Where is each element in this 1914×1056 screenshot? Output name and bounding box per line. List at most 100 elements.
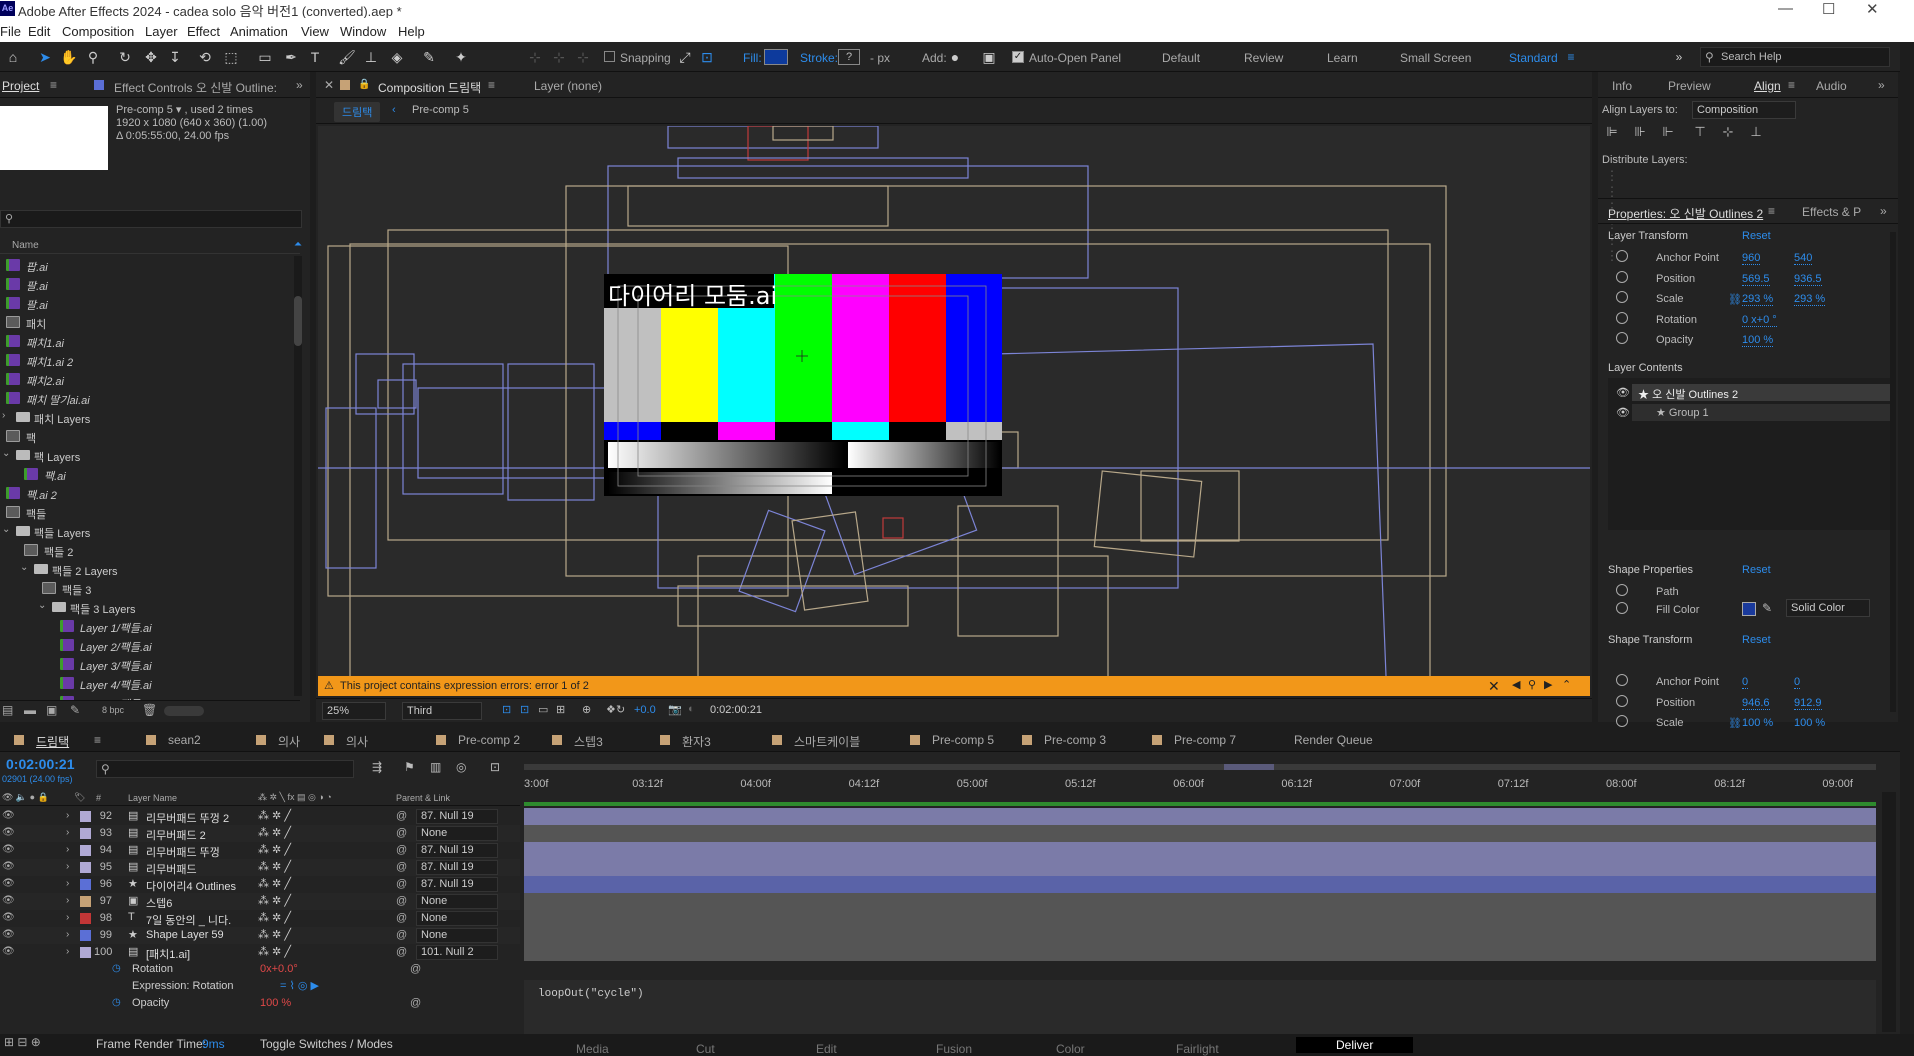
timeline-tab[interactable]: 스텝3: [574, 733, 603, 750]
align-menu-icon[interactable]: ≡: [1788, 78, 1795, 92]
comp-menu-icon[interactable]: ≡: [488, 78, 495, 92]
rectangle-tool-icon[interactable]: ▭: [256, 48, 274, 66]
expression-text[interactable]: loopOut("cycle"): [538, 988, 644, 1000]
project-item[interactable]: 팔.ai: [0, 294, 292, 313]
eye-icon[interactable]: 👁: [1616, 406, 1630, 419]
breadcrumb-precomp5[interactable]: Pre-comp 5: [412, 104, 469, 116]
add-icon[interactable]: ●: [946, 48, 964, 66]
layer-switches-icons[interactable]: ⁂ ✲ ╱: [258, 928, 291, 941]
label-color[interactable]: [80, 930, 91, 941]
project-item[interactable]: 팔.ai: [0, 275, 292, 294]
home-icon[interactable]: ⌂: [4, 48, 22, 66]
tab-composition[interactable]: Composition 드림택: [378, 79, 481, 96]
tab-audio[interactable]: Audio: [1816, 79, 1847, 93]
property-row[interactable]: ◷ Opacity 100 % @: [0, 995, 520, 1012]
pickwhip-icon[interactable]: @: [410, 997, 421, 1009]
stopwatch-icon[interactable]: [1616, 715, 1628, 727]
timeline-tab[interactable]: Pre-comp 5: [932, 733, 994, 747]
eyedropper-icon[interactable]: ✎: [1762, 601, 1772, 615]
project-item[interactable]: 팩들: [0, 503, 292, 522]
property-value-1[interactable]: 100 %: [1742, 334, 1774, 347]
visibility-eye-icon[interactable]: 👁: [2, 946, 15, 957]
snap-options-icon[interactable]: ⤢: [676, 48, 694, 66]
project-item[interactable]: 팩들 3: [0, 579, 292, 598]
workspace-default[interactable]: Default: [1162, 51, 1200, 65]
new-comp-icon[interactable]: ▣: [46, 703, 57, 717]
align-left-icon[interactable]: ⊫: [1602, 124, 1622, 142]
layer-name[interactable]: Shape Layer 59: [146, 929, 224, 941]
layer-duration-bar[interactable]: [524, 876, 1876, 893]
dolly-tool-icon[interactable]: ↧: [166, 48, 184, 66]
collapse-error-icon[interactable]: ⌃: [1562, 678, 1571, 691]
pickwhip-icon[interactable]: @: [396, 895, 407, 907]
project-item[interactable]: ⌄ 팩들 2 Layers: [0, 560, 292, 579]
property-row[interactable]: ◷ Rotation 0x+0.0° @: [0, 961, 520, 978]
label-color[interactable]: [80, 862, 91, 873]
pickwhip-icon[interactable]: @: [396, 861, 407, 873]
pickwhip-icon[interactable]: @: [396, 929, 407, 941]
maximize-button[interactable]: ☐: [1822, 0, 1835, 18]
properties-menu-icon[interactable]: ≡: [1768, 204, 1775, 218]
fast-preview-icon[interactable]: ⊡: [502, 703, 511, 716]
panel-expand-icon[interactable]: »: [296, 78, 303, 92]
disclosure-arrow-icon[interactable]: ⌄: [38, 600, 46, 611]
timeline-scrollbar[interactable]: [1882, 792, 1896, 1032]
close-tab-icon[interactable]: ✕: [324, 78, 334, 92]
visibility-eye-icon[interactable]: 👁: [2, 929, 15, 940]
type-tool-icon[interactable]: T: [306, 48, 324, 66]
label-color[interactable]: [80, 828, 91, 839]
layer-transform-reset[interactable]: Reset: [1742, 230, 1771, 242]
mask-visibility-icon[interactable]: ▭: [538, 703, 548, 716]
align-vcenter-icon[interactable]: ⊹: [1718, 124, 1738, 142]
parent-dropdown[interactable]: 87. Null 19: [416, 860, 498, 875]
parent-dropdown[interactable]: 101. Null 2: [416, 945, 498, 960]
stopwatch-icon[interactable]: [1616, 250, 1628, 262]
align-to-dropdown[interactable]: Composition: [1692, 101, 1796, 119]
expression-area[interactable]: loopOut("cycle"): [524, 980, 1876, 1034]
layer-switches-icons[interactable]: ⁂ ✲ ╱: [258, 809, 291, 822]
disclosure-arrow-icon[interactable]: ⌄: [20, 562, 28, 573]
layer-duration-bar[interactable]: [524, 893, 1876, 910]
timeline-tab[interactable]: 스마트케이블: [794, 733, 860, 750]
property-value[interactable]: 100 %: [260, 997, 291, 1009]
label-color[interactable]: [80, 845, 91, 856]
menu-effect[interactable]: Effect: [187, 24, 220, 39]
zoom-dropdown[interactable]: 25%: [322, 702, 386, 720]
layer-duration-bar[interactable]: [524, 927, 1876, 944]
region-of-interest-icon[interactable]: ⊞: [556, 703, 565, 716]
time-ruler[interactable]: 3:00f 03:12f 04:00f 04:12f 05:00f 05:12f 06:00…: [524, 764, 1876, 800]
pickwhip-icon[interactable]: @: [396, 827, 407, 839]
pickwhip-icon[interactable]: @: [396, 844, 407, 856]
layer-row[interactable]: 👁 › 99 ★ Shape Layer 59 ⁂ ✲ ╱ @ None: [0, 927, 520, 944]
expand-arrow-icon[interactable]: ›: [66, 861, 69, 872]
timeline-tab[interactable]: Pre-comp 3: [1044, 733, 1106, 747]
snapping-checkbox[interactable]: [604, 51, 615, 62]
stopwatch-icon[interactable]: [1616, 694, 1628, 707]
layer-name[interactable]: 리무버패드 2: [146, 827, 206, 843]
expand-arrow-icon[interactable]: ›: [66, 878, 69, 889]
zoom-tool-icon[interactable]: ⚲: [84, 48, 102, 66]
minimize-button[interactable]: —: [1778, 0, 1793, 17]
project-item[interactable]: ⌄ 팩들 Layers: [0, 522, 292, 541]
menu-layer[interactable]: Layer: [145, 24, 178, 39]
timeline-tab[interactable]: 드림택: [36, 733, 69, 750]
delete-icon[interactable]: 🗑: [142, 703, 157, 717]
align-bottom-icon[interactable]: ⊥: [1746, 124, 1766, 142]
menu-window[interactable]: Window: [340, 24, 386, 39]
orbit-tool-icon[interactable]: ↻: [116, 48, 134, 66]
visibility-eye-icon[interactable]: 👁: [2, 895, 15, 906]
project-item[interactable]: Layer 3/팩들.ai: [0, 655, 292, 674]
panel-icon[interactable]: ▣: [980, 48, 998, 66]
project-item[interactable]: ⌄ 팩들 3 Layers: [0, 598, 292, 617]
layer-name-column[interactable]: Layer Name: [128, 793, 177, 803]
workspace-small-screen[interactable]: Small Screen: [1400, 51, 1471, 65]
layer-name[interactable]: 리무버패드: [146, 861, 197, 877]
menu-edit[interactable]: Edit: [28, 24, 50, 39]
expand-arrow-icon[interactable]: ›: [66, 844, 69, 855]
tab-align[interactable]: Align: [1754, 79, 1781, 93]
scroll-thumb[interactable]: [294, 296, 302, 346]
visibility-eye-icon[interactable]: 👁: [2, 861, 15, 872]
layer-name[interactable]: 리무버패드 뚜껑: [146, 844, 220, 860]
frame-blending-icon[interactable]: ▥: [430, 760, 441, 774]
stopwatch-icon[interactable]: [1616, 291, 1628, 303]
